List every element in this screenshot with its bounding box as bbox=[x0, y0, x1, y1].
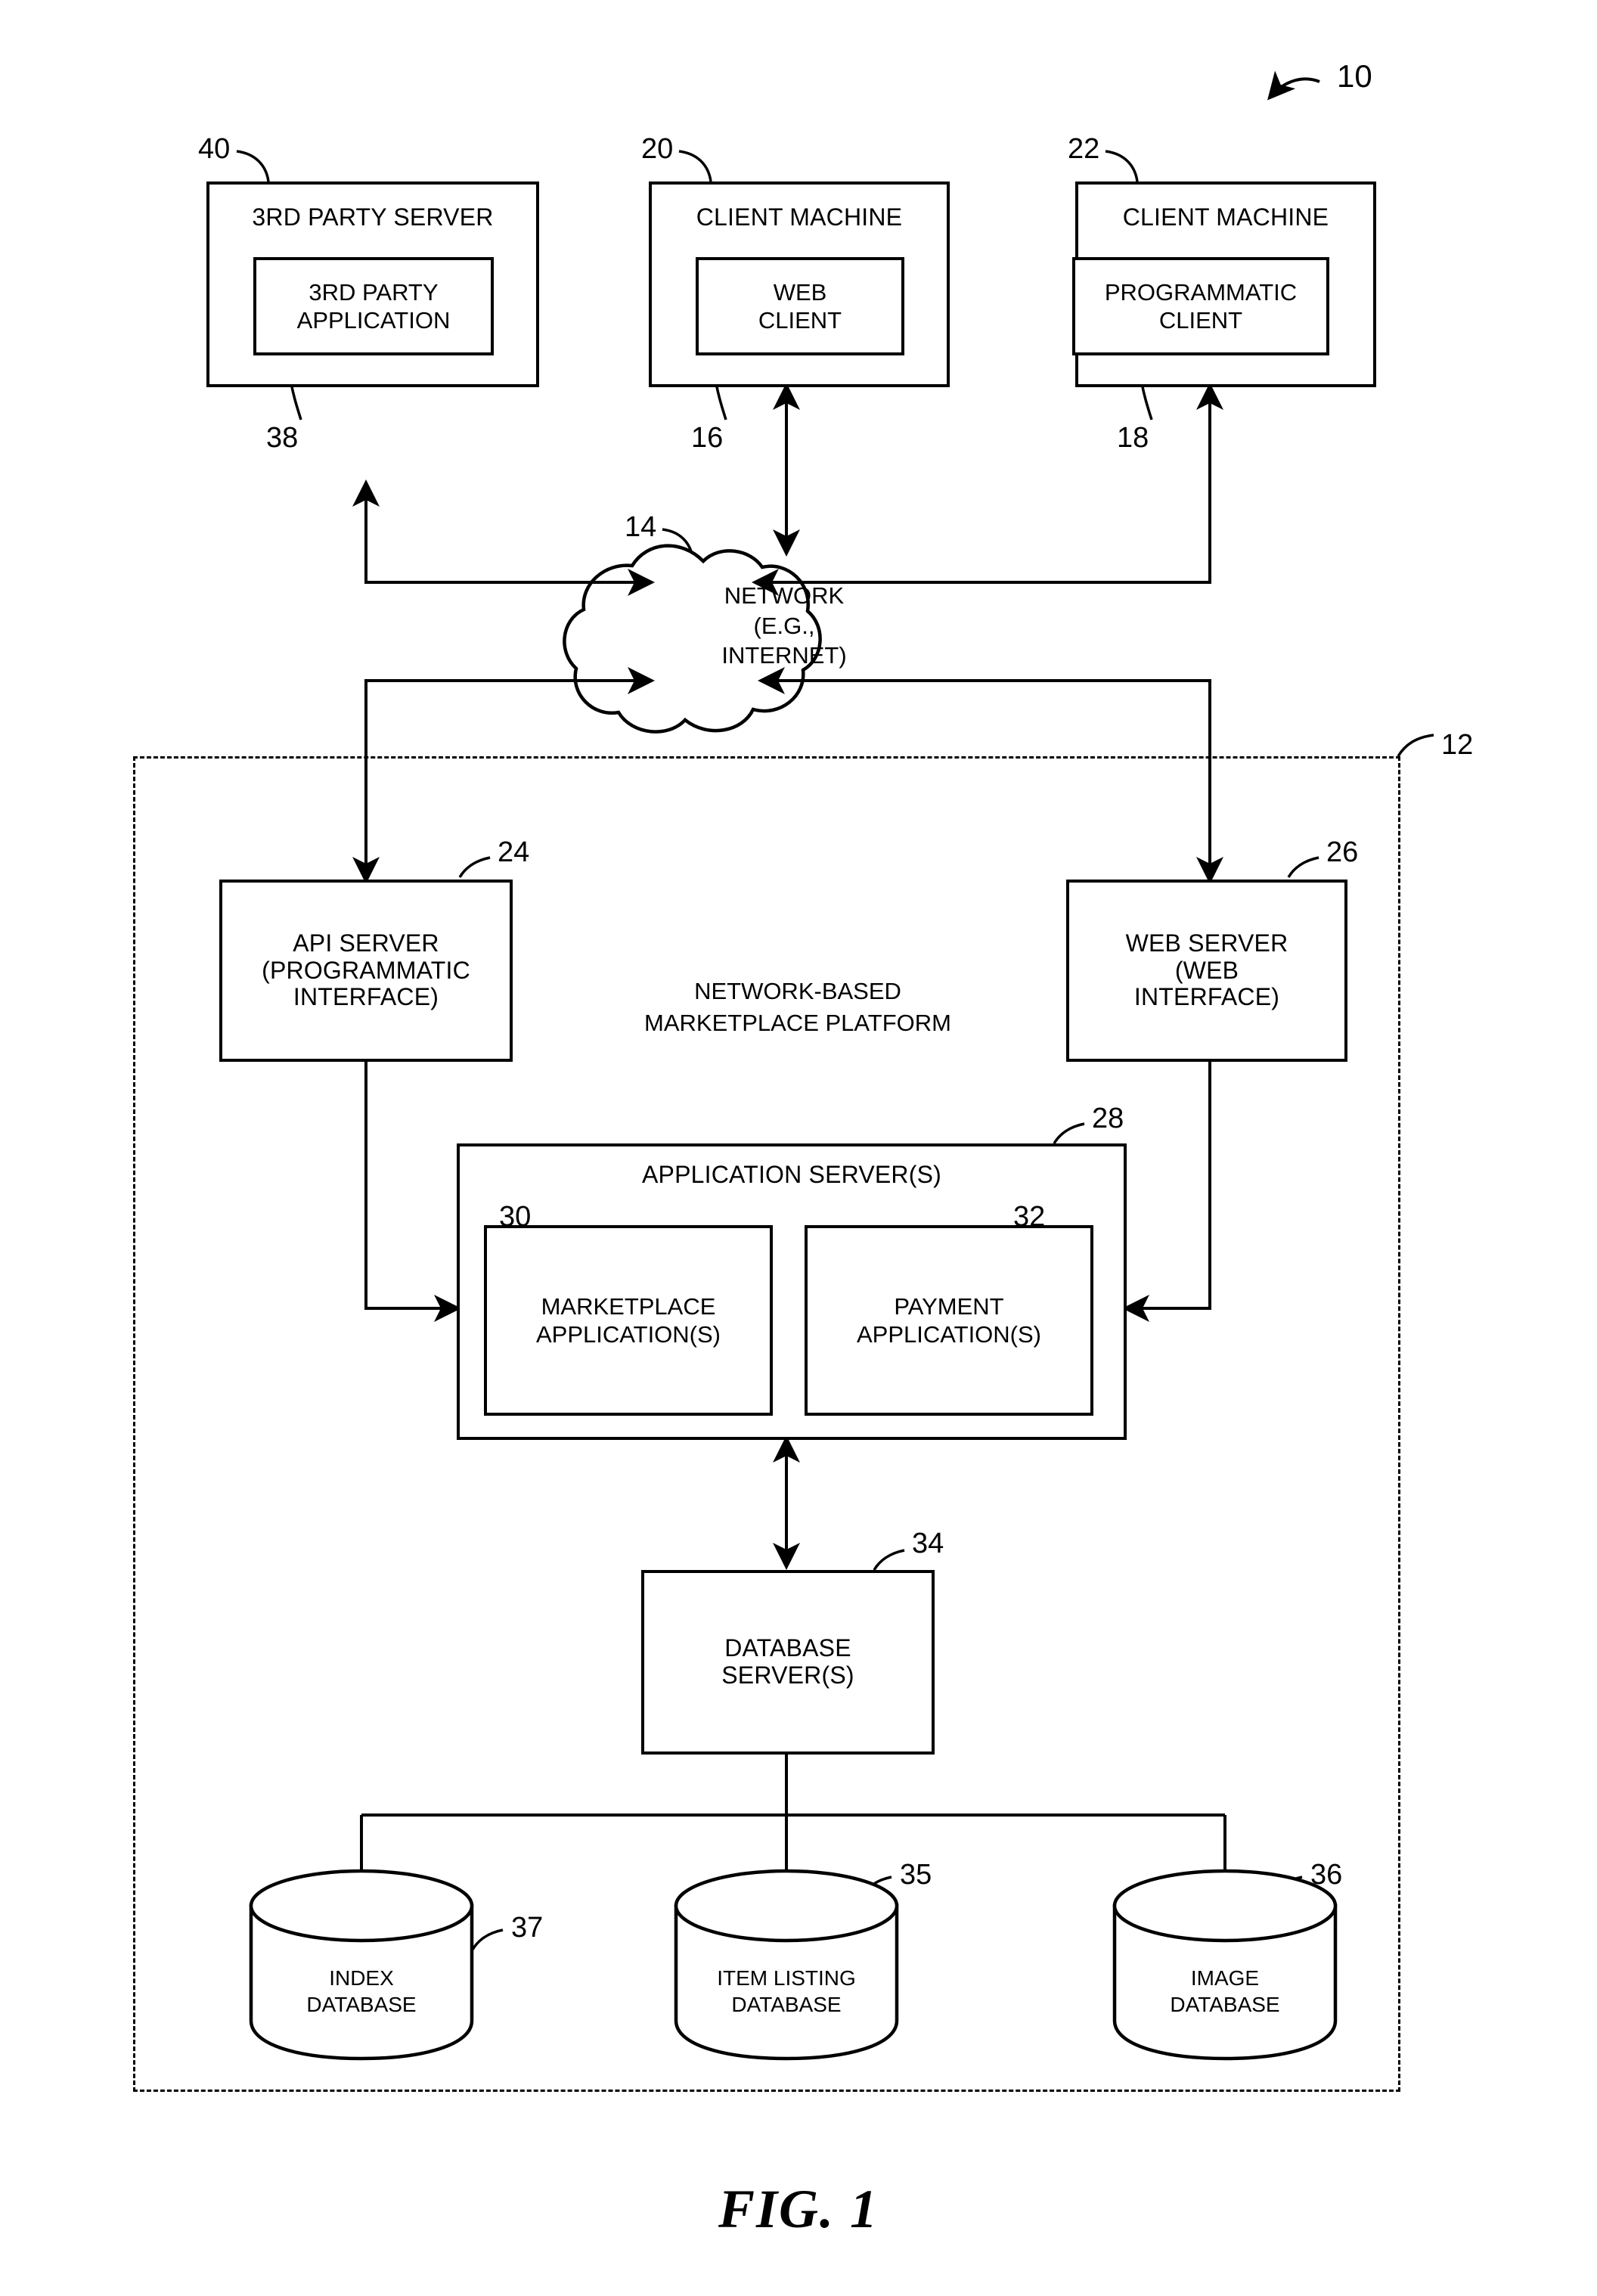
ref-numeral-application-server: 28 bbox=[1092, 1103, 1124, 1134]
marketplace-application-label: MARKETPLACE APPLICATION(S) bbox=[535, 1292, 721, 1348]
third-party-application-label: 3RD PARTY APPLICATION bbox=[296, 278, 451, 334]
ref-numeral-client-machine-programmatic: 22 bbox=[1068, 133, 1100, 165]
client-machine-programmatic-title: CLIENT MACHINE bbox=[1122, 203, 1329, 231]
item-listing-database-label: ITEM LISTING DATABASE bbox=[717, 1966, 856, 2016]
web-server-label: WEB SERVER (WEB INTERFACE) bbox=[1125, 929, 1288, 1011]
api-server-label: API SERVER (PROGRAMMATIC INTERFACE) bbox=[262, 929, 470, 1011]
third-party-application-box[interactable]: 3RD PARTY APPLICATION bbox=[253, 257, 494, 355]
marketplace-platform-label: NETWORK-BASED MARKETPLACE PLATFORM bbox=[644, 978, 951, 1036]
ref-numeral-database-server: 34 bbox=[912, 1528, 944, 1559]
payment-application-label: PAYMENT APPLICATION(S) bbox=[856, 1292, 1042, 1348]
ref-numeral-platform: 12 bbox=[1441, 729, 1474, 761]
web-client-label: WEB CLIENT bbox=[758, 278, 842, 334]
programmatic-client-label: PROGRAMMATIC CLIENT bbox=[1104, 278, 1298, 334]
ref-numeral-network: 14 bbox=[625, 511, 657, 543]
ref-numeral-programmatic-client: 18 bbox=[1117, 422, 1149, 454]
ref-numeral-index-database: 37 bbox=[511, 1912, 544, 1944]
api-server-box[interactable]: API SERVER (PROGRAMMATIC INTERFACE) bbox=[219, 880, 513, 1062]
ref-numeral-web-server: 26 bbox=[1326, 836, 1359, 868]
web-server-box[interactable]: WEB SERVER (WEB INTERFACE) bbox=[1066, 880, 1347, 1062]
ref-numeral-image-database: 36 bbox=[1310, 1859, 1343, 1891]
ref-numeral-web-client: 16 bbox=[691, 422, 724, 454]
image-database-label: IMAGE DATABASE bbox=[1170, 1966, 1280, 2016]
marketplace-application-box[interactable]: MARKETPLACE APPLICATION(S) bbox=[484, 1225, 773, 1416]
ref-numeral-third-party-application: 38 bbox=[266, 422, 299, 454]
figure-caption: FIG. 1 bbox=[718, 2179, 879, 2239]
ref-numeral-api-server: 24 bbox=[498, 836, 530, 868]
index-database-label: INDEX DATABASE bbox=[306, 1966, 417, 2016]
database-server-label: DATABASE SERVER(S) bbox=[721, 1634, 854, 1689]
ref-numeral-item-listing-database: 35 bbox=[900, 1859, 932, 1891]
programmatic-client-box[interactable]: PROGRAMMATIC CLIENT bbox=[1072, 257, 1329, 355]
network-label: NETWORK (E.G., INTERNET) bbox=[721, 582, 847, 669]
application-server-title: APPLICATION SERVER(S) bbox=[642, 1161, 941, 1188]
client-machine-web-title: CLIENT MACHINE bbox=[696, 203, 903, 231]
third-party-server-title: 3RD PARTY SERVER bbox=[252, 203, 494, 231]
ref-numeral-third-party-server: 40 bbox=[198, 133, 231, 165]
web-client-box[interactable]: WEB CLIENT bbox=[696, 257, 904, 355]
ref-numeral-client-machine-web: 20 bbox=[641, 133, 674, 165]
payment-application-box[interactable]: PAYMENT APPLICATION(S) bbox=[805, 1225, 1093, 1416]
patent-figure-page: 10 40 3RD PARTY SERVER 3RD PARTY APPLICA… bbox=[0, 0, 1597, 2296]
ref-numeral-system: 10 bbox=[1337, 58, 1372, 94]
database-server-box[interactable]: DATABASE SERVER(S) bbox=[641, 1570, 935, 1755]
